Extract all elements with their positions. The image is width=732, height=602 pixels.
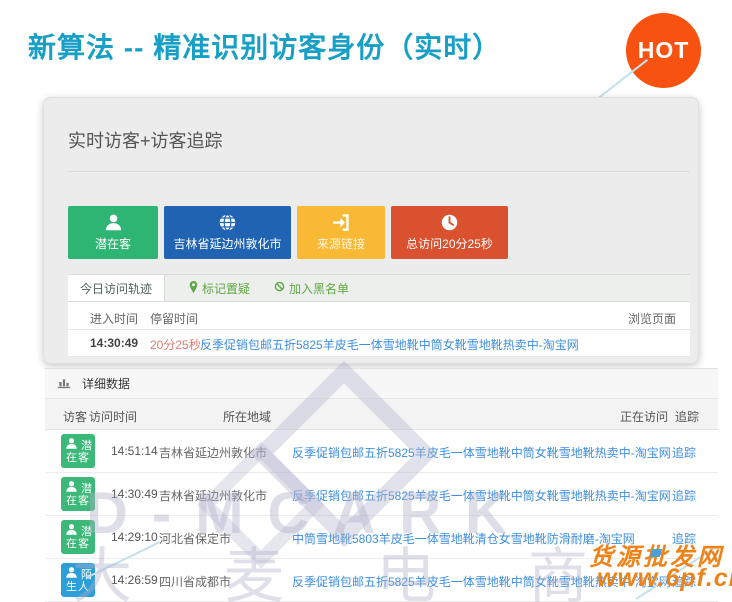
visitor-type-badge: 潜 在客 <box>61 520 95 554</box>
visit-time: 14:26:59 <box>111 573 158 587</box>
tile-visitor-type-label: 潜在客 <box>94 237 131 251</box>
enter-time-value: 14:30:49 <box>90 336 139 350</box>
tab-bar: 今日访问轨迹 标记置疑 加入黑名单 <box>68 274 690 302</box>
mark-suspect-label: 标记置疑 <box>202 281 251 296</box>
track-link[interactable]: 追踪 <box>672 530 696 547</box>
visitor-row: 潜 在客 14:29:10 河北省保定市 中筒雪地靴5803羊皮毛一体雪地靴清仓… <box>45 516 718 559</box>
add-blacklist-label: 加入黑名单 <box>289 281 350 296</box>
mark-suspect-button[interactable]: 标记置疑 <box>189 275 250 301</box>
col-page: 浏览页面 <box>627 312 676 326</box>
badge-rest: 在客 <box>66 452 90 464</box>
globe-icon <box>218 213 237 232</box>
badge-rest: 在客 <box>66 538 90 550</box>
visitor-row: 陌 生人 14:26:59 四川省成都市 反季促销包邮五折5825羊皮毛一体雪地… <box>45 559 718 602</box>
tile-source-label: 来源链接 <box>316 237 365 251</box>
col-visiting: 正在访问 <box>620 410 669 424</box>
visit-region: 河北省保定市 <box>159 532 232 546</box>
ban-icon <box>274 281 285 295</box>
hot-badge: HOT <box>626 13 701 88</box>
visiting-page-link[interactable]: 反季促销包邮五折5825羊皮毛一体雪地靴中筒女靴雪地靴热卖中-淘宝网 <box>292 487 671 504</box>
tab-today-track[interactable]: 今日访问轨迹 <box>68 275 166 301</box>
visit-region: 四川省成都市 <box>159 575 232 589</box>
detail-section-title: 详细数据 <box>82 377 131 391</box>
realtime-visitor-card: 实时访客+访客追踪 潜在客 吉林省延边州敦化市 来源链接 总访问20分25秒 今… <box>43 97 699 364</box>
divider <box>68 171 690 172</box>
stay-time-value: 20分25秒 <box>150 338 201 352</box>
card-title: 实时访客+访客追踪 <box>68 131 223 151</box>
today-track-table: 进入时间 停留时间 浏览页面 14:30:49 20分25秒 反季促销包邮五折5… <box>68 302 690 357</box>
visit-region: 吉林省延边州敦化市 <box>159 489 268 503</box>
track-link[interactable]: 追踪 <box>672 487 696 504</box>
visitor-type-badge: 陌 生人 <box>61 563 95 597</box>
track-link[interactable]: 追踪 <box>672 573 696 590</box>
clock-icon <box>440 213 459 232</box>
col-visitor: 访客 <box>63 410 88 424</box>
page: 新算法 -- 精准识别访客身份（实时） HOT 实时访客+访客追踪 潜在客 吉林… <box>0 0 732 602</box>
visitor-row: 潜 在客 14:30:49 吉林省延边州敦化市 反季促销包邮五折5825羊皮毛一… <box>45 473 718 516</box>
tile-total-duration-label: 总访问20分25秒 <box>406 237 493 251</box>
page-title: 新算法 -- 精准识别访客身份（实时） <box>28 32 502 63</box>
visitor-type-badge: 潜 在客 <box>61 434 95 468</box>
track-table-header: 进入时间 停留时间 浏览页面 <box>68 302 690 330</box>
tab-today-track-label: 今日访问轨迹 <box>80 281 153 296</box>
visitor-type-badge: 潜 在客 <box>61 477 95 511</box>
map-pin-icon <box>189 280 198 296</box>
page-link[interactable]: 反季促销包邮五折5825羊皮毛一体雪地靴中筒女靴雪地靴热卖中-淘宝网 <box>200 336 579 353</box>
tile-total-duration: 总访问20分25秒 <box>391 206 508 259</box>
col-visit-time: 访问时间 <box>89 410 138 424</box>
user-icon <box>104 213 123 232</box>
col-track: 追踪 <box>675 410 700 424</box>
col-enter-time: 进入时间 <box>90 312 139 326</box>
tile-location-label: 吉林省延边州敦化市 <box>173 237 282 251</box>
visitor-row: 潜 在客 14:51:14 吉林省延边州敦化市 反季促销包邮五折5825羊皮毛一… <box>45 430 718 473</box>
add-blacklist-button[interactable]: 加入黑名单 <box>274 275 349 301</box>
visiting-page-link[interactable]: 反季促销包邮五折5825羊皮毛一体雪地靴中筒女靴雪地靴热卖中-淘宝网 <box>292 444 671 461</box>
visit-time: 14:29:10 <box>111 530 158 544</box>
tile-visitor-type: 潜在客 <box>68 206 158 259</box>
badge-rest: 在客 <box>66 495 90 507</box>
badge-rest: 生人 <box>66 581 90 593</box>
detail-table-header: 访客 访问时间 所在地域 正在访问 追踪 <box>45 399 718 430</box>
detail-section-header: 详细数据 <box>45 368 718 399</box>
col-stay-time: 停留时间 <box>150 312 199 326</box>
tile-location: 吉林省延边州敦化市 <box>164 206 291 259</box>
visit-region: 吉林省延边州敦化市 <box>159 446 268 460</box>
detail-section: 详细数据 访客 访问时间 所在地域 正在访问 追踪 潜 在客 14:51:14 … <box>45 368 718 602</box>
track-table-row: 14:30:49 20分25秒 反季促销包邮五折5825羊皮毛一体雪地靴中筒女靴… <box>68 329 690 357</box>
tile-source: 来源链接 <box>297 206 385 259</box>
visiting-page-link[interactable]: 反季促销包邮五折5825羊皮毛一体雪地靴中筒女靴雪地靴热卖中-淘宝网 <box>292 573 671 590</box>
track-link[interactable]: 追踪 <box>672 444 696 461</box>
stat-tiles: 潜在客 吉林省延边州敦化市 来源链接 总访问20分25秒 <box>68 206 508 259</box>
bar-chart-icon <box>45 375 71 392</box>
visit-time: 14:51:14 <box>111 444 158 458</box>
visit-time: 14:30:49 <box>111 487 158 501</box>
signin-icon <box>332 213 351 232</box>
visiting-page-link[interactable]: 中筒雪地靴5803羊皮毛一体雪地靴清仓女雪地靴防滑耐磨-淘宝网 <box>292 530 635 547</box>
col-region: 所在地域 <box>223 410 272 424</box>
